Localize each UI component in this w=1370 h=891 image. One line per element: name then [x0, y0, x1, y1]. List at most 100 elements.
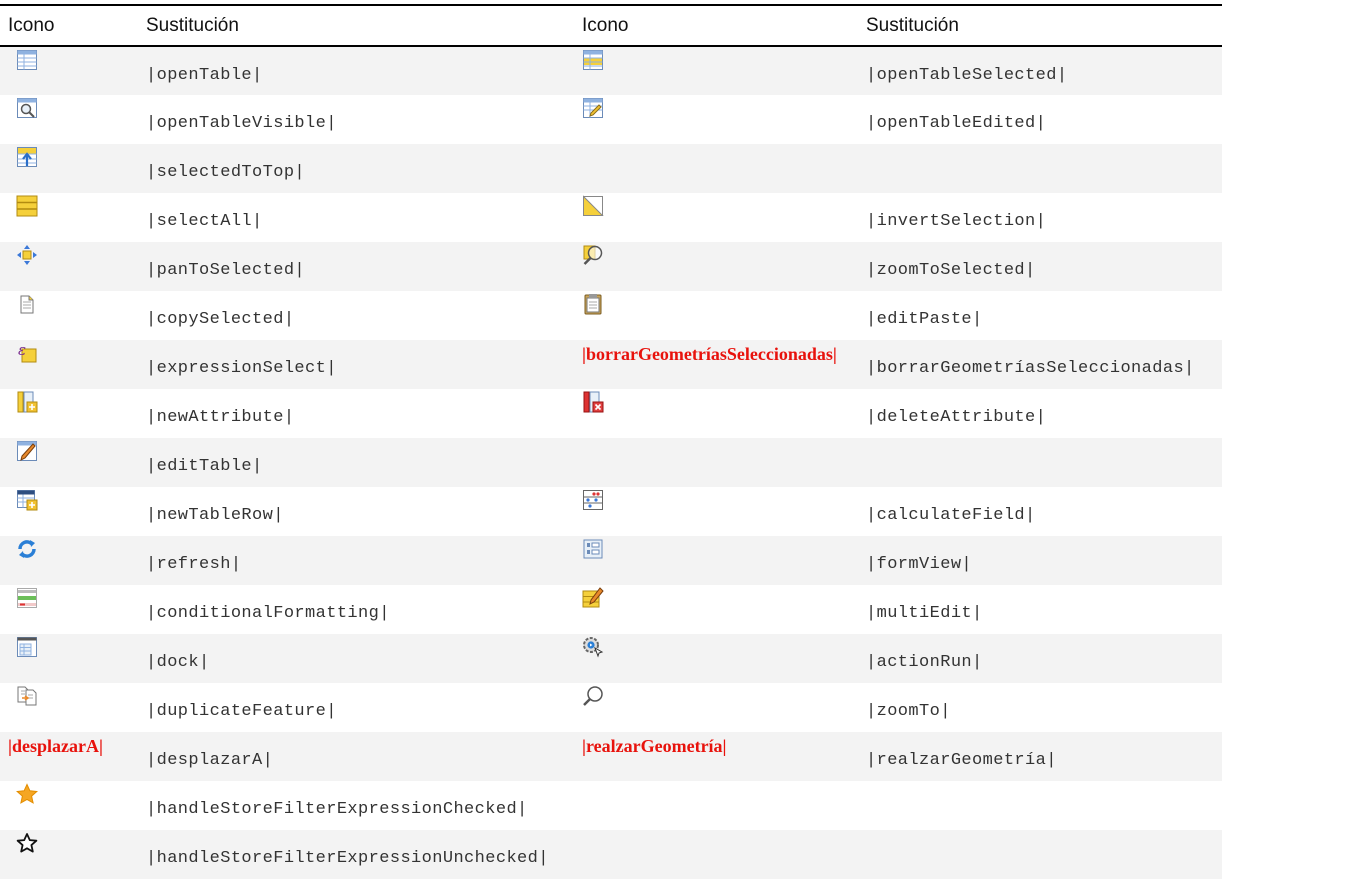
zoom-to-selected-icon — [583, 245, 603, 265]
new-table-row-icon — [17, 490, 38, 511]
icon-cell — [568, 193, 858, 242]
substitution-cell: |selectedToTop| — [138, 144, 568, 193]
icon-cell — [568, 242, 858, 291]
icon-cell — [0, 95, 138, 144]
substitution-cell: |zoomToSelected| — [858, 242, 1222, 291]
svg-text:ε: ε — [18, 342, 26, 359]
table-row: |panToSelected| |zoomToSelected| — [0, 242, 1222, 291]
duplicate-feature-icon — [17, 686, 37, 706]
star-filled-icon — [16, 783, 38, 804]
substitution-text: |refresh| — [146, 555, 242, 574]
substitution-cell: |calculateField| — [858, 487, 1222, 536]
substitution-cell — [858, 781, 1222, 830]
icon-cell — [568, 487, 858, 536]
icon-cell — [0, 536, 138, 585]
substitution-cell: |actionRun| — [858, 634, 1222, 683]
substitution-text: |desplazarA| — [146, 751, 274, 770]
select-all-icon — [16, 195, 38, 217]
table-row: |desplazarA| |desplazarA| |realzarGeometrí… — [0, 732, 1222, 781]
selected-to-top-icon — [17, 147, 37, 167]
substitution-cell: |invertSelection| — [858, 193, 1222, 242]
substitution-text: |invertSelection| — [866, 212, 1047, 231]
substitution-text: |zoomTo| — [866, 702, 951, 721]
icon-cell — [568, 95, 858, 144]
new-attribute-icon — [17, 391, 38, 413]
substitution-cell: |conditionalFormatting| — [138, 585, 568, 634]
substitution-text: |openTable| — [146, 66, 263, 85]
star-outline-icon — [16, 833, 38, 853]
pan-to-selected-icon — [17, 245, 37, 265]
table-row: |duplicateFeature| |zoomTo| — [0, 683, 1222, 732]
broken-image-label: |borrarGeometríasSeleccionadas| — [582, 344, 837, 364]
header-icon-1: Icono — [8, 14, 55, 36]
icon-cell — [0, 781, 138, 830]
icon-cell — [0, 193, 138, 242]
icon-substitution-table: Icono Sustitución Icono Sustitución |ope… — [0, 4, 1222, 879]
substitution-cell: |handleStoreFilterExpressionChecked| — [138, 781, 568, 830]
substitution-cell: |borrarGeometríasSeleccionadas| — [858, 340, 1222, 389]
substitution-cell — [858, 830, 1222, 879]
substitution-text: |multiEdit| — [866, 604, 983, 623]
substitution-text — [858, 830, 1222, 849]
substitution-cell: |handleStoreFilterExpressionUnchecked| — [138, 830, 568, 879]
icon-cell — [0, 46, 138, 95]
table-row: |newAttribute| |deleteAttribute| — [0, 389, 1222, 438]
action-run-icon — [583, 637, 604, 658]
substitution-text: |newTableRow| — [146, 506, 284, 525]
icon-cell — [0, 389, 138, 438]
icon-cell — [0, 291, 138, 340]
substitution-cell — [858, 144, 1222, 193]
open-table-visible-icon — [17, 98, 37, 118]
table-row: |dock| |actionRun| — [0, 634, 1222, 683]
invert-selection-icon — [583, 195, 604, 216]
delete-attribute-icon — [583, 391, 604, 413]
substitution-cell: |multiEdit| — [858, 585, 1222, 634]
substitution-cell: |desplazarA| — [138, 732, 568, 781]
icon-cell — [0, 487, 138, 536]
icon-cell — [568, 438, 858, 487]
table-row: |selectAll| |invertSelection| — [0, 193, 1222, 242]
table-row: |conditionalFormatting| |multiEdit| — [0, 585, 1222, 634]
substitution-text: |handleStoreFilterExpressionChecked| — [146, 800, 528, 819]
substitution-text: |borrarGeometríasSeleccionadas| — [866, 359, 1195, 378]
expression-select-icon: ε — [18, 342, 37, 363]
open-table-icon — [17, 50, 37, 70]
icon-cell — [568, 634, 858, 683]
icon-cell — [0, 438, 138, 487]
calculate-field-icon — [583, 490, 603, 510]
substitution-cell: |openTableEdited| — [858, 95, 1222, 144]
substitution-cell: |expressionSelect| — [138, 340, 568, 389]
substitution-cell: |editTable| — [138, 438, 568, 487]
edit-paste-icon — [584, 294, 602, 315]
substitution-text — [858, 438, 1222, 457]
substitution-text: |conditionalFormatting| — [146, 604, 390, 623]
table-header-row: Icono Sustitución Icono Sustitución — [0, 5, 1222, 46]
icon-cell — [0, 634, 138, 683]
icon-cell — [568, 683, 858, 732]
open-table-selected-icon — [583, 50, 603, 70]
substitution-text — [858, 144, 1222, 163]
substitution-text: |openTableEdited| — [866, 114, 1047, 133]
header-substitution-1: Sustitución — [146, 14, 239, 36]
substitution-text: |dock| — [146, 653, 210, 672]
substitution-cell: |newAttribute| — [138, 389, 568, 438]
icon-cell — [568, 291, 858, 340]
table-row: ε |expressionSelect| |borrarGeometríasSele… — [0, 340, 1222, 389]
form-view-icon — [583, 539, 603, 559]
substitution-text: |newAttribute| — [146, 408, 295, 427]
table-row: |openTable| |openTableSelected| — [0, 46, 1222, 95]
open-table-edited-icon — [583, 98, 603, 118]
icon-cell — [568, 781, 858, 830]
table-row: |editTable| — [0, 438, 1222, 487]
header-substitution-2: Sustitución — [866, 14, 959, 36]
icon-cell — [0, 830, 138, 879]
icon-cell — [0, 585, 138, 634]
substitution-text: |expressionSelect| — [146, 359, 337, 378]
substitution-text: |openTableSelected| — [866, 66, 1068, 85]
substitution-text: |openTableVisible| — [146, 114, 337, 133]
icon-cell: ε — [0, 340, 138, 389]
substitution-cell: |refresh| — [138, 536, 568, 585]
icon-cell — [568, 389, 858, 438]
table-row: |selectedToTop| — [0, 144, 1222, 193]
dock-icon — [17, 637, 37, 657]
